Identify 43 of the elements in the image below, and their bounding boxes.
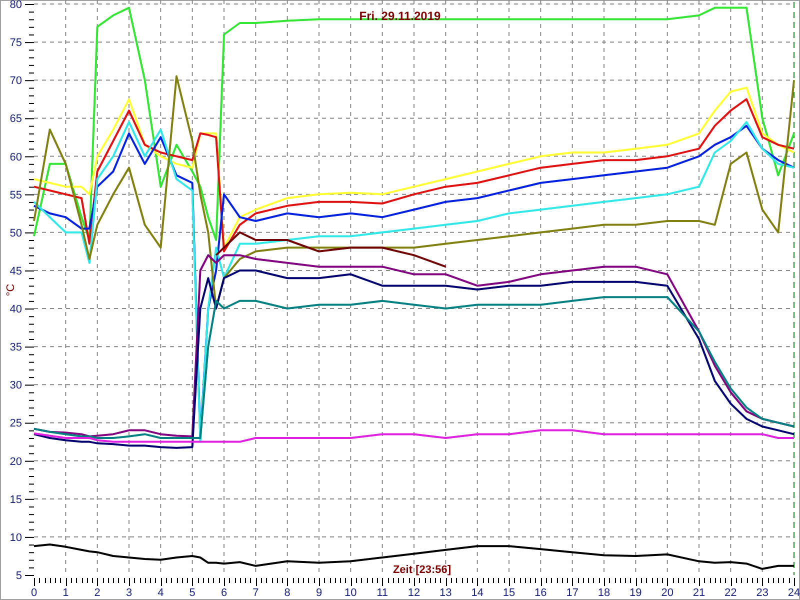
- tick-label: 8: [284, 587, 290, 599]
- tick-label: 19: [630, 587, 642, 599]
- tick-label: 65: [10, 113, 22, 126]
- tick-label: 75: [10, 37, 22, 50]
- tick-label: 3: [126, 587, 132, 599]
- tick-label: 55: [10, 189, 22, 202]
- tick-label: 20: [661, 587, 674, 599]
- tick-label: 24: [788, 587, 800, 599]
- tick-label: 11: [376, 587, 388, 599]
- tick-label: 21: [692, 587, 706, 599]
- tick-label: 15: [10, 494, 22, 506]
- tick-label: 13: [440, 587, 452, 599]
- tick-label: 5: [16, 570, 22, 582]
- tick-label: 20: [10, 456, 22, 468]
- tick-label: 17: [566, 587, 578, 599]
- tick-label: 2: [94, 587, 100, 599]
- tick-label: 22: [724, 587, 737, 599]
- tick-label: 23: [756, 587, 768, 599]
- tick-label: 80: [10, 0, 22, 11]
- tick-label: 14: [471, 587, 484, 599]
- tick-label: 15: [502, 587, 516, 599]
- tick-label: 10: [10, 532, 22, 544]
- tick-label: 18: [598, 587, 610, 599]
- tick-label: 1: [62, 587, 69, 599]
- tick-label: 60: [10, 151, 22, 164]
- tick-label: 7: [252, 587, 259, 599]
- tick-label: 6: [220, 587, 228, 599]
- tick-label: 70: [10, 75, 22, 88]
- axis-label: °C: [5, 284, 17, 296]
- axis-label: Zeit [23:56]: [392, 564, 452, 576]
- tick-label: 16: [534, 587, 547, 599]
- tick-label: 30: [10, 380, 22, 392]
- tick-label: 0: [30, 587, 38, 599]
- tick-label: 12: [408, 587, 420, 599]
- tick-label: 25: [10, 418, 22, 430]
- tick-label: 45: [10, 265, 22, 278]
- tick-label: 5: [189, 587, 196, 599]
- tick-label: 10: [344, 587, 357, 599]
- tick-label: 4: [158, 587, 164, 599]
- tick-label: 35: [10, 342, 22, 354]
- tick-label: 40: [10, 304, 22, 316]
- tick-label: 9: [316, 587, 322, 599]
- tick-label: 50: [10, 227, 22, 240]
